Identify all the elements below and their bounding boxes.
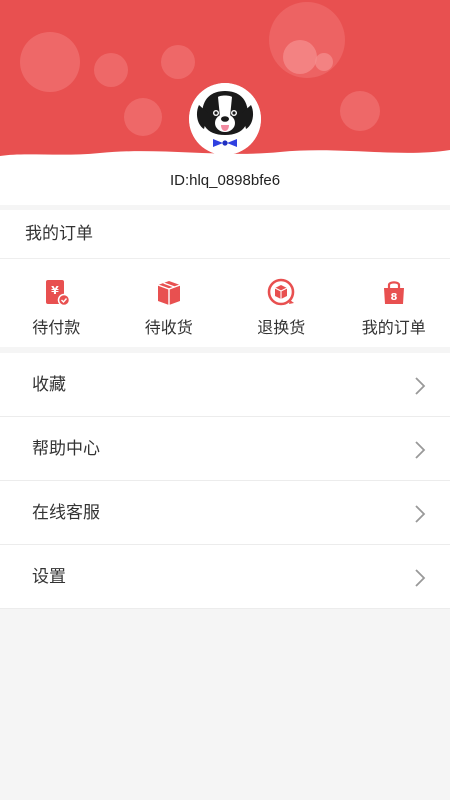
order-item-label: 退换货 (257, 318, 306, 337)
order-item-label: 待收货 (144, 318, 193, 337)
order-item-label: 我的订单 (361, 318, 426, 337)
package-icon (157, 281, 180, 305)
order-all-button[interactable]: 8 我的订单 (338, 259, 450, 347)
avatar[interactable] (189, 83, 261, 155)
menu-item-label: 设置 (32, 567, 66, 587)
menu-item-settings[interactable]: 设置 (0, 545, 450, 609)
user-id-text: ID:hlq_0898bfe6 (169, 172, 281, 189)
chevron-right-icon (415, 569, 426, 587)
profile-header: ID:hlq_0898bfe6 (0, 0, 450, 205)
orders-title[interactable]: 我的订单 (0, 210, 450, 259)
order-item-label: 待付款 (32, 318, 81, 337)
menu-item-label: 帮助中心 (32, 439, 100, 459)
menu-item-favorites[interactable]: 收藏 (0, 353, 450, 417)
order-returns-button[interactable]: 退换货 (225, 259, 338, 347)
svg-text:8: 8 (390, 292, 397, 303)
menu-item-help-center[interactable]: 帮助中心 (0, 417, 450, 481)
svg-text:¥: ¥ (51, 284, 59, 297)
orders-card: 我的订单 ¥ 待付款 待收货 退换货 8 我的订单 (0, 210, 450, 347)
payment-pending-icon: ¥ (46, 280, 71, 307)
return-icon (267, 278, 295, 306)
chevron-right-icon (415, 441, 426, 459)
order-shortcuts: ¥ 待付款 待收货 退换货 8 我的订单 (0, 259, 450, 347)
order-pending-receipt-button[interactable]: 待收货 (113, 259, 226, 347)
dog-avatar-icon (189, 83, 261, 155)
chevron-right-icon (415, 505, 426, 523)
menu-item-label: 在线客服 (32, 503, 100, 523)
shopping-bag-icon: 8 (383, 281, 404, 304)
menu-item-online-service[interactable]: 在线客服 (0, 481, 450, 545)
settings-menu: 收藏 帮助中心 在线客服 设置 (0, 353, 450, 609)
chevron-right-icon (415, 377, 426, 395)
order-pending-payment-button[interactable]: ¥ 待付款 (0, 259, 113, 347)
menu-item-label: 收藏 (32, 375, 66, 395)
